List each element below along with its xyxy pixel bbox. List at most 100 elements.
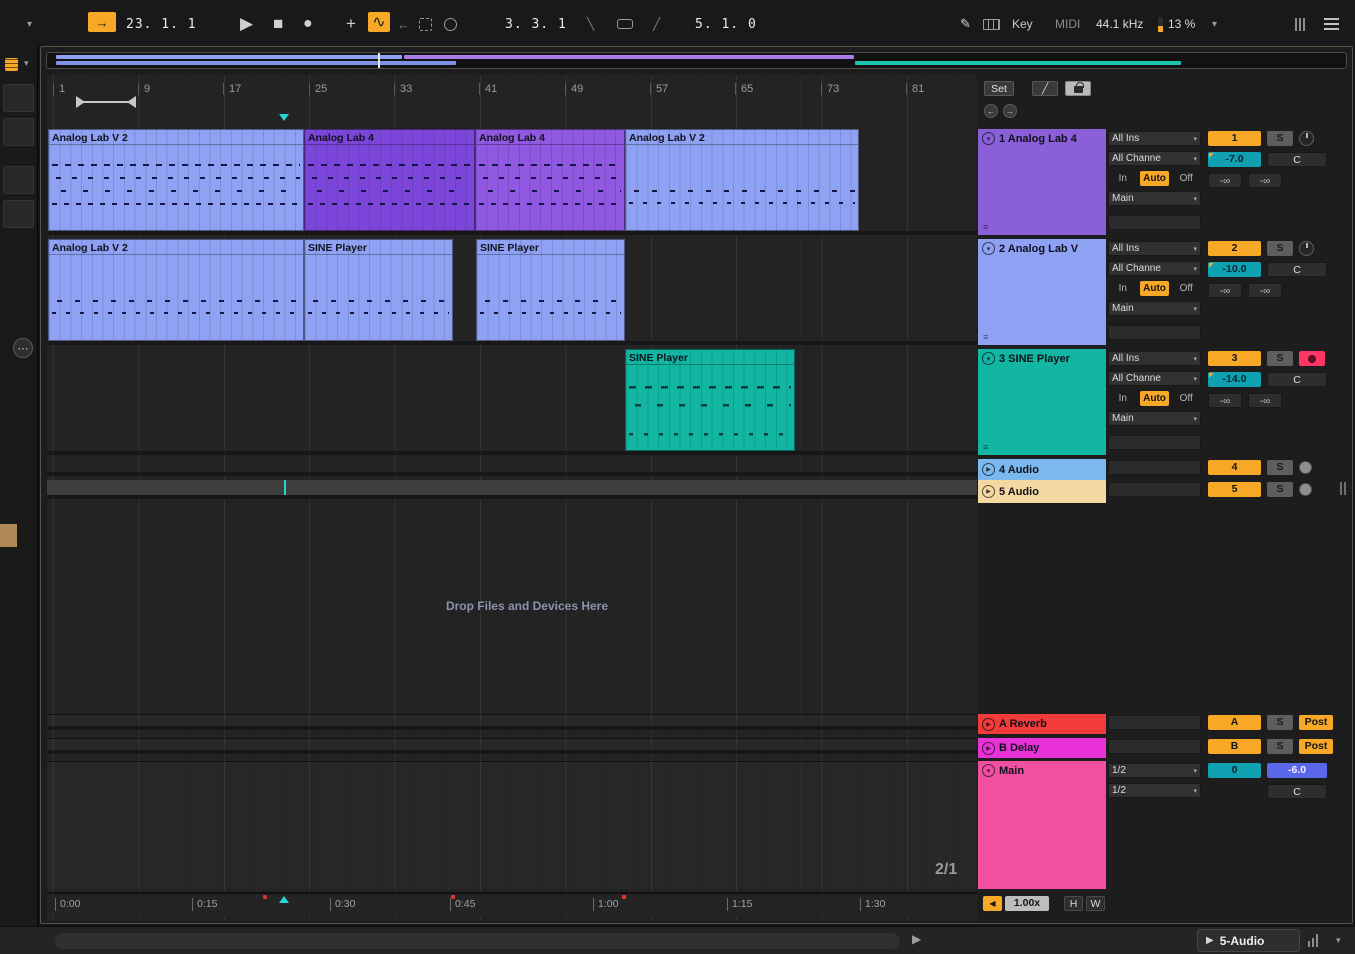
arrangement-area[interactable]: 1 9 17 25 33 41 49 57 65 73 81 Analog La…	[47, 75, 977, 921]
solo-button[interactable]: S	[1267, 351, 1293, 366]
chevron-down-icon[interactable]: ▾	[27, 12, 32, 36]
track-name[interactable]: 1 Analog Lab 4	[999, 133, 1077, 145]
nav-back-button[interactable]: ←	[984, 104, 998, 118]
midi-clip[interactable]: Analog Lab 4	[304, 129, 475, 231]
volume-display[interactable]: -10.0	[1208, 262, 1261, 277]
selected-track-chip[interactable]: ▶ 5-Audio	[1197, 929, 1300, 952]
solo-button[interactable]: S	[1267, 460, 1293, 475]
overview-playhead[interactable]	[378, 53, 380, 68]
locator-dot[interactable]	[622, 895, 626, 899]
monitor-auto-button[interactable]: Auto	[1139, 391, 1170, 406]
track-header[interactable]: ▾ 2 Analog Lab V ≡	[978, 239, 1106, 345]
return-b-lane[interactable]	[47, 738, 977, 754]
volume-display[interactable]: -7.0	[1208, 152, 1261, 167]
midi-map-button[interactable]: MIDI	[1055, 12, 1080, 36]
input-channel-chooser[interactable]: All Channe ▾	[1108, 261, 1201, 276]
track-lane-3[interactable]: SINE Player	[47, 349, 977, 455]
midi-clip[interactable]: SINE Player	[625, 349, 795, 451]
solo-button[interactable]: S	[1267, 739, 1293, 754]
track-name[interactable]: A Reverb	[999, 718, 1047, 730]
pan-display[interactable]: C	[1267, 152, 1327, 167]
input-type-chooser[interactable]: All Ins ▾	[1108, 351, 1201, 366]
input-channel-chooser[interactable]: All Channe ▾	[1108, 151, 1201, 166]
track-number-chip[interactable]: 4	[1208, 460, 1261, 475]
track-activator[interactable]	[1299, 461, 1312, 474]
play-icon[interactable]: ▶	[982, 741, 995, 755]
midi-clip[interactable]: SINE Player	[304, 239, 453, 341]
midi-clip[interactable]: Analog Lab 4	[475, 129, 625, 231]
return-a-lane[interactable]	[47, 714, 977, 730]
browser-category-block[interactable]	[3, 118, 34, 146]
play-icon[interactable]: ▶	[982, 463, 995, 476]
browser-category-block[interactable]	[3, 200, 34, 228]
send-a-display[interactable]: -∞	[1208, 173, 1242, 188]
locator-dot[interactable]	[263, 895, 267, 899]
re-enable-automation-button[interactable]: ←	[397, 12, 410, 36]
preview-speaker-button[interactable]: ◀	[983, 896, 1002, 911]
io-box[interactable]	[1108, 715, 1201, 730]
output-channel-box[interactable]	[1108, 215, 1201, 230]
midi-clip[interactable]: Analog Lab V 2	[625, 129, 859, 231]
track-header[interactable]: ▶ 5 Audio	[978, 480, 1106, 503]
lock-envelopes-button[interactable]	[1065, 81, 1091, 96]
send-a-display[interactable]: -∞	[1208, 393, 1242, 408]
computer-midi-keyboard-button[interactable]	[983, 12, 1000, 36]
output-channel-box[interactable]	[1108, 325, 1201, 340]
crossfade-button[interactable]: ╱	[1032, 81, 1058, 96]
chevron-down-icon[interactable]: ▾	[1212, 12, 1217, 36]
pan-knob[interactable]	[1299, 241, 1314, 256]
cue-volume-display[interactable]: 0	[1208, 763, 1261, 778]
play-button[interactable]: ▶	[240, 12, 253, 36]
capture-button[interactable]	[419, 12, 432, 36]
track-name[interactable]: 2 Analog Lab V	[999, 243, 1078, 255]
monitor-in-button[interactable]: In	[1108, 171, 1138, 186]
track-header[interactable]: ▾ 1 Analog Lab 4 ≡	[978, 129, 1106, 235]
track-number-chip[interactable]: 3	[1208, 351, 1261, 366]
output-type-chooser[interactable]: Main ▾	[1108, 411, 1201, 426]
time-ruler[interactable]: 0:00 0:15 0:30 0:45 1:00 1:15 1:30	[47, 892, 977, 916]
midi-clip[interactable]: Analog Lab V 2	[48, 129, 304, 231]
punch-position-display[interactable]: 3. 3. 1	[505, 12, 567, 36]
volume-display[interactable]: -14.0	[1208, 372, 1261, 387]
loop-button[interactable]	[617, 12, 633, 36]
track-lane-2[interactable]: Analog Lab V 2 SINE Player SINE Player	[47, 239, 977, 345]
nav-forward-button[interactable]: →	[1003, 104, 1017, 118]
monitor-in-button[interactable]: In	[1108, 281, 1138, 296]
height-zoom-button[interactable]: H	[1064, 896, 1083, 911]
io-box[interactable]	[1108, 739, 1201, 754]
cpu-load-display[interactable]: 13 %	[1168, 12, 1195, 36]
play-icon[interactable]: ▶	[982, 485, 995, 498]
fold-track-button[interactable]: ▾	[982, 132, 995, 145]
monitor-off-button[interactable]: Off	[1171, 281, 1201, 296]
output-chooser[interactable]: 1/2 ▾	[1108, 763, 1201, 778]
beat-time-ruler[interactable]: 1 9 17 25 33 41 49 57 65 73 81	[47, 75, 977, 121]
send-a-display[interactable]: -∞	[1208, 283, 1242, 298]
browser-icon[interactable]	[5, 58, 18, 71]
follow-button[interactable]: →	[88, 12, 116, 32]
send-b-display[interactable]: -∞	[1248, 393, 1282, 408]
track-lane-5[interactable]	[47, 480, 977, 499]
loop-region-marker[interactable]	[76, 96, 136, 109]
track-name[interactable]: 3 SINE Player	[999, 353, 1070, 365]
cue-out-chooser[interactable]: 1/2 ▾	[1108, 783, 1201, 798]
fold-track-button[interactable]: ▾	[982, 242, 995, 255]
monitor-auto-button[interactable]: Auto	[1139, 171, 1170, 186]
track-name[interactable]: B Delay	[999, 742, 1039, 754]
play-icon[interactable]: ▶	[982, 717, 995, 731]
session-record-button[interactable]	[444, 12, 457, 36]
monitor-off-button[interactable]: Off	[1171, 391, 1201, 406]
monitor-in-button[interactable]: In	[1108, 391, 1138, 406]
fold-track-button[interactable]: ▾	[982, 764, 995, 777]
main-lane[interactable]	[47, 761, 977, 889]
add-locator-button[interactable]: +	[346, 12, 356, 36]
menu-button[interactable]	[1324, 12, 1339, 36]
punch-out-button[interactable]: ╱	[653, 12, 660, 36]
stop-button[interactable]: ■	[273, 12, 283, 36]
track-lane-1[interactable]: Analog Lab V 2 Analog Lab 4 Analog Lab 4…	[47, 129, 977, 235]
draw-mode-button[interactable]: ✎	[960, 12, 971, 36]
monitor-auto-button[interactable]: Auto	[1139, 281, 1170, 296]
mini-play-button[interactable]: ▶	[912, 932, 921, 946]
input-type-chooser[interactable]: All Ins ▾	[1108, 131, 1201, 146]
pre-post-toggle[interactable]: Post	[1299, 715, 1333, 730]
browser-category-block[interactable]	[3, 84, 34, 112]
